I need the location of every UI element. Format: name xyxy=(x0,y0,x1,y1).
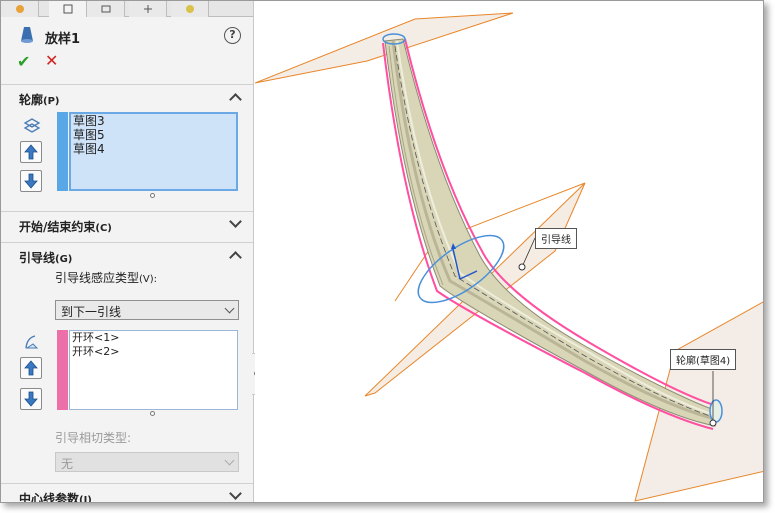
ok-button[interactable]: ✔ xyxy=(17,52,30,71)
configuration-icon xyxy=(101,3,111,13)
profile-selection-icon xyxy=(23,118,41,134)
guides-color-stripe xyxy=(57,330,68,410)
profiles-list[interactable]: 草图3 草图5 草图4 xyxy=(57,112,238,191)
tab-dimxpert-manager[interactable] xyxy=(129,1,167,17)
help-button[interactable]: ? xyxy=(224,27,241,44)
list-item[interactable]: 开环<2> xyxy=(70,345,237,359)
guide-influence-value: 到下一引线 xyxy=(61,305,122,319)
page-title: 放样1 xyxy=(45,32,81,47)
guide-tangency-label: 引导相切类型: xyxy=(55,431,132,445)
centerline-section-header[interactable]: 中心线参数(I) xyxy=(1,483,253,503)
collapse-chevron-icon[interactable] xyxy=(229,93,242,106)
profiles-shortcut: (P) xyxy=(43,96,60,107)
move-up-button[interactable] xyxy=(20,141,42,163)
arrow-up-icon xyxy=(24,144,38,160)
tab-feature-manager[interactable] xyxy=(1,1,39,17)
tab-display-manager[interactable] xyxy=(171,1,209,17)
guide-tangency-value: 无 xyxy=(61,457,74,471)
guide-curves-list[interactable]: 开环<1> 开环<2> xyxy=(57,330,238,410)
guides-heading: 引导线 xyxy=(19,251,56,265)
list-item[interactable]: 开环<1> xyxy=(70,331,237,345)
loft-model-drawing xyxy=(255,12,763,502)
profiles-list-resize-handle[interactable] xyxy=(150,193,155,198)
profile-callout[interactable]: 轮廓(草图4) xyxy=(670,349,737,370)
guide-influence-label: 引导线感应类型(V): xyxy=(55,271,158,285)
property-manager-panel: 放样1 ? ✔ ✕ 轮廓(P) 草图3 草图5 草图4 开始/结束约束(C) 引… xyxy=(1,1,254,503)
profiles-heading: 轮廓 xyxy=(19,93,44,107)
profiles-color-stripe xyxy=(57,112,68,191)
guides-shortcut: (G) xyxy=(55,254,73,265)
guide-curve-selection-icon xyxy=(23,334,41,350)
centerline-shortcut: (I) xyxy=(79,495,92,503)
cancel-button[interactable]: ✕ xyxy=(45,51,58,70)
guide-move-up-button[interactable] xyxy=(20,357,42,379)
move-down-button[interactable] xyxy=(20,170,42,192)
list-item[interactable]: 草图4 xyxy=(71,142,236,156)
arrow-down-icon xyxy=(24,391,38,407)
arrow-up-icon xyxy=(24,360,38,376)
chevron-down-icon xyxy=(224,455,235,466)
constraints-shortcut: (C) xyxy=(95,223,112,234)
dimxpert-icon xyxy=(143,3,153,13)
guide-tangency-select[interactable]: 无 xyxy=(55,452,239,472)
constraints-section-header[interactable]: 开始/结束约束(C) xyxy=(1,211,253,237)
display-icon xyxy=(185,3,195,13)
profile-sketch-end xyxy=(709,399,723,423)
tab-configuration-manager[interactable] xyxy=(87,1,125,17)
callout-anchor-guide xyxy=(518,263,526,271)
chevron-down-icon xyxy=(224,303,235,314)
guides-section-header[interactable]: 引导线(G) xyxy=(1,242,253,268)
loft-icon xyxy=(20,26,34,44)
graphics-viewport[interactable]: 引导线 轮廓(草图4) xyxy=(255,1,763,502)
centerline-heading: 中心线参数 xyxy=(19,492,80,503)
guide-curve-callout[interactable]: 引导线 xyxy=(535,228,577,249)
profiles-section-header[interactable]: 轮廓(P) xyxy=(1,84,253,110)
tab-property-manager[interactable] xyxy=(49,1,87,17)
collapse-chevron-icon[interactable] xyxy=(229,251,242,264)
guide-list-resize-handle[interactable] xyxy=(150,411,155,416)
callout-anchor-profile xyxy=(709,419,717,427)
constraints-heading: 开始/结束约束 xyxy=(19,220,96,234)
property-icon xyxy=(63,3,73,14)
guide-influence-select[interactable]: 到下一引线 xyxy=(55,300,239,320)
list-item[interactable]: 草图5 xyxy=(71,128,236,142)
feature-title-row: 放样1 ? xyxy=(1,23,253,49)
list-item[interactable]: 草图3 xyxy=(71,114,236,128)
application-window: 放样1 ? ✔ ✕ 轮廓(P) 草图3 草图5 草图4 开始/结束约束(C) 引… xyxy=(0,0,764,503)
manager-tab-strip xyxy=(1,1,253,17)
expand-chevron-icon[interactable] xyxy=(229,215,242,228)
feature-tree-icon xyxy=(15,3,25,13)
arrow-down-icon xyxy=(24,173,38,189)
guide-move-down-button[interactable] xyxy=(20,388,42,410)
expand-chevron-icon[interactable] xyxy=(229,487,242,500)
